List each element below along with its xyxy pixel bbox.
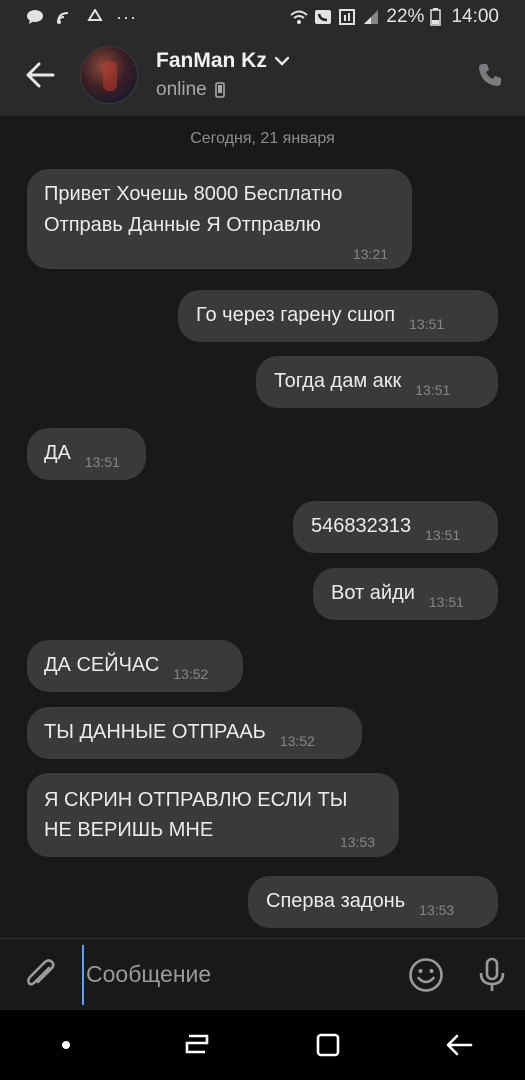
home-button[interactable] xyxy=(288,1010,368,1080)
message-incoming[interactable]: ТЫ ДАННЫЕ ОТПРААЬ 13:52 xyxy=(27,707,362,759)
message-text: Го через гарену сшоп xyxy=(196,304,396,326)
status-right-icons: 22% 14:00 xyxy=(290,6,499,28)
date-separator: Сегодня, 21 января xyxy=(190,130,335,147)
back-arrow-icon xyxy=(26,62,55,88)
home-icon xyxy=(316,1033,340,1057)
message-text: ТЫ ДАННЫЕ ОТПРААЬ xyxy=(44,721,266,743)
message-incoming[interactable]: ДА СЕЙЧАС 13:52 xyxy=(27,640,243,692)
message-text: Вот айди xyxy=(331,582,415,604)
status-left-icons: ··· xyxy=(26,7,137,28)
message-time: 13:53 xyxy=(339,834,375,850)
composer-bar xyxy=(0,938,525,1010)
signal-icon xyxy=(364,10,379,24)
emoji-icon xyxy=(409,957,443,992)
status-bar: ··· 22% 14:00 xyxy=(0,0,525,34)
contact-info[interactable]: FanMan Kz online xyxy=(156,49,289,101)
avatar[interactable] xyxy=(80,46,138,104)
nav-dot-button[interactable] xyxy=(26,1010,106,1080)
message-text: 546832313 xyxy=(311,515,412,537)
message-time: 13:52 xyxy=(173,666,209,682)
chevron-down-icon xyxy=(274,56,289,66)
phone-status-icon xyxy=(214,82,225,98)
sim-icon xyxy=(339,9,356,25)
recycle-icon xyxy=(87,9,103,21)
message-outgoing[interactable]: Тогда дам акк 13:51 xyxy=(256,356,498,408)
chat-screen: ··· 22% 14:00 FanMan Kz online Сегодня, … xyxy=(0,0,525,1080)
microphone-button[interactable] xyxy=(459,939,525,1011)
message-text: Сперва задонь xyxy=(266,890,406,912)
chat-header: FanMan Kz online xyxy=(0,34,525,116)
message-time: 13:53 xyxy=(419,902,455,918)
message-time: 13:51 xyxy=(84,454,120,470)
message-text-line: Отправь Данные Я Отправлю xyxy=(44,214,321,236)
more-icon: ··· xyxy=(116,6,137,27)
recents-button[interactable] xyxy=(157,1010,237,1080)
message-time: 13:52 xyxy=(279,733,315,749)
message-time: 13:51 xyxy=(425,527,461,543)
back-button[interactable] xyxy=(0,34,80,116)
message-input[interactable] xyxy=(82,944,393,1005)
call-button[interactable] xyxy=(455,34,525,116)
message-time: 13:51 xyxy=(428,594,464,610)
message-text: ДА xyxy=(44,442,71,464)
message-outgoing[interactable]: Сперва задонь 13:53 xyxy=(248,876,498,928)
battery-percent: 22% xyxy=(386,6,425,27)
chat-icon xyxy=(27,10,43,24)
message-incoming[interactable]: ДА 13:51 xyxy=(27,428,146,480)
message-text: Тогда дам акк xyxy=(274,370,402,392)
message-time: 13:51 xyxy=(409,316,445,332)
clock: 14:00 xyxy=(451,6,499,27)
message-time: 13:21 xyxy=(352,246,388,262)
message-outgoing[interactable]: Го через гарену сшоп 13:51 xyxy=(178,290,498,342)
contact-name: FanMan Kz xyxy=(156,49,267,72)
paperclip-icon xyxy=(27,958,55,986)
message-time: 13:51 xyxy=(415,382,451,398)
wifi-icon xyxy=(290,10,309,24)
message-list[interactable]: Сегодня, 21 января Привет Хочешь 8000 Бе… xyxy=(0,116,525,938)
message-outgoing[interactable]: Вот айди 13:51 xyxy=(313,568,498,620)
contact-status: online xyxy=(156,79,207,100)
back-nav-button[interactable] xyxy=(419,1010,499,1080)
message-text: ДА СЕЙЧАС xyxy=(44,654,160,676)
system-nav-bar xyxy=(0,1010,525,1080)
message-text-line: Я СКРИН ОТПРАВЛЮ ЕСЛИ ТЫ xyxy=(44,789,348,811)
back-icon xyxy=(447,1034,473,1056)
message-text-line: Привет Хочешь 8000 Бесплатно xyxy=(44,183,343,205)
phone-icon xyxy=(479,64,501,86)
battery-icon xyxy=(430,8,442,26)
message-incoming[interactable]: Привет Хочешь 8000 Бесплатно Отправь Дан… xyxy=(27,169,412,269)
recents-icon xyxy=(185,1034,209,1054)
call-icon xyxy=(315,10,332,24)
emoji-button[interactable] xyxy=(393,939,459,1011)
microphone-icon xyxy=(479,957,505,991)
message-incoming[interactable]: Я СКРИН ОТПРАВЛЮ ЕСЛИ ТЫ НЕ ВЕРИШЬ МНЕ 1… xyxy=(27,773,399,857)
dot-icon xyxy=(61,1041,70,1049)
nfc-icon xyxy=(57,12,69,24)
attach-button[interactable] xyxy=(0,939,82,1011)
message-outgoing[interactable]: 546832313 13:51 xyxy=(293,501,498,553)
